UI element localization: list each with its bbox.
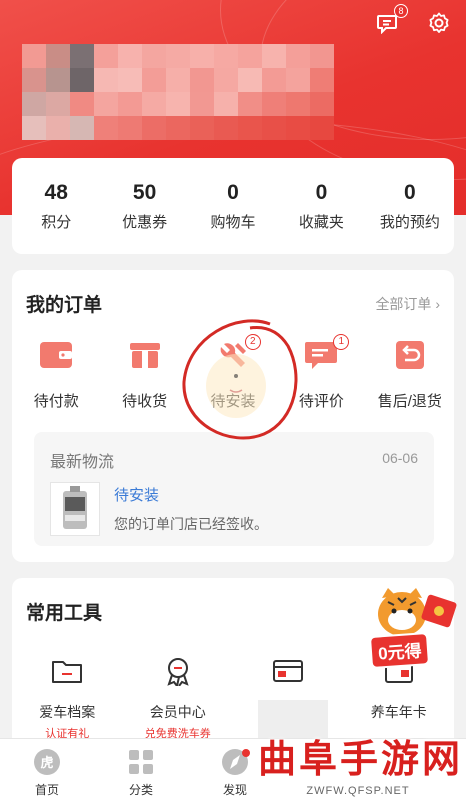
site-watermark: 曲阜手游网 ZWFW.QFSP.NET <box>250 728 466 800</box>
stat-label: 优惠券 <box>122 213 168 231</box>
package-icon <box>129 343 160 368</box>
stat-cart[interactable]: 0 购物车 <box>189 181 277 232</box>
promo-label: 0元得 <box>368 631 431 670</box>
order-pending-payment[interactable]: 待付款 <box>12 340 100 411</box>
latest-logistics[interactable]: 最新物流 06-06 待安装 您的订单门店已经签收。 <box>34 432 434 546</box>
order-status-label: 待收货 <box>122 393 168 410</box>
svg-text:虎: 虎 <box>40 755 53 771</box>
stat-value: 0 <box>315 180 328 204</box>
logistics-title: 最新物流 <box>50 454 115 471</box>
message-badge: 8 <box>394 4 408 18</box>
home-icon: 虎 <box>34 749 60 775</box>
order-after-sales[interactable]: 售后/退货 <box>366 340 454 411</box>
tool-label: 爱车档案 <box>39 704 96 720</box>
wallet-icon <box>40 342 73 368</box>
order-pending-review[interactable]: 1 待评价 <box>277 334 365 411</box>
stat-value: 0 <box>403 180 416 204</box>
stat-label: 收藏夹 <box>298 213 344 231</box>
message-button[interactable]: 8 <box>374 4 408 36</box>
tool-car-profile[interactable]: 爱车档案 认证有礼 <box>12 656 123 741</box>
folder-icon <box>52 661 83 683</box>
return-icon <box>395 341 424 369</box>
nav-label: 首页 <box>34 783 59 797</box>
medal-icon <box>167 658 189 689</box>
order-status-label: 待安装 <box>210 393 256 410</box>
stat-label: 积分 <box>41 213 72 231</box>
stat-favorites[interactable]: 0 收藏夹 <box>277 181 365 232</box>
stats-card: 48 积分 50 优惠券 0 购物车 0 收藏夹 0 我的预约 <box>12 158 454 254</box>
watermark-url: ZWFW.QFSP.NET <box>250 782 466 800</box>
nav-home[interactable]: 虎 首页 <box>0 739 94 800</box>
stat-value: 0 <box>227 180 239 204</box>
nav-category[interactable]: 分类 <box>94 739 188 800</box>
grid-icon <box>129 750 153 774</box>
settings-icon <box>429 12 449 33</box>
logistics-message: 您的订单门店已经签收。 <box>114 516 268 532</box>
order-count-badge: 1 <box>333 334 350 350</box>
user-info-pixelated <box>22 44 334 140</box>
promo-float[interactable]: 0元得 <box>368 584 460 670</box>
logistics-status: 待安装 <box>114 487 160 504</box>
order-status-label: 待付款 <box>33 393 79 410</box>
stat-coupons[interactable]: 50 优惠券 <box>100 181 188 232</box>
stat-value: 50 <box>132 180 157 204</box>
logistics-date: 06-06 <box>382 450 418 466</box>
nav-label: 分类 <box>128 783 153 797</box>
stat-appointments[interactable]: 0 我的预约 <box>366 181 454 232</box>
stat-label: 购物车 <box>210 213 256 231</box>
tool-label: 会员中心 <box>149 704 206 720</box>
card-icon <box>273 660 304 682</box>
all-orders-link[interactable]: 全部订单 › <box>375 294 440 314</box>
order-pending-receipt[interactable]: 待收货 <box>100 340 188 411</box>
tool-member-center[interactable]: 会员中心 兑免费洗车券 <box>123 656 234 741</box>
settings-button[interactable] <box>426 10 452 36</box>
compass-icon <box>222 749 250 775</box>
order-status-label: 待评价 <box>298 393 344 410</box>
stat-label: 我的预约 <box>379 213 440 231</box>
tools-title: 常用工具 <box>26 603 103 624</box>
order-status-label: 售后/退货 <box>377 393 442 410</box>
orders-card: 我的订单 全部订单 › 待付款 待收货 2 待安装 1 待评价 售后/退货 最新… <box>12 270 454 562</box>
order-count-badge: 2 <box>244 334 261 350</box>
tool-label: 养车年卡 <box>370 704 427 720</box>
product-thumbnail <box>50 482 100 536</box>
orders-title: 我的订单 <box>26 295 103 316</box>
order-pending-install[interactable]: 2 待安装 <box>189 334 277 411</box>
watermark-text: 曲阜手游网 <box>258 736 464 781</box>
stat-value: 48 <box>44 180 68 204</box>
stat-points[interactable]: 48 积分 <box>12 181 100 232</box>
